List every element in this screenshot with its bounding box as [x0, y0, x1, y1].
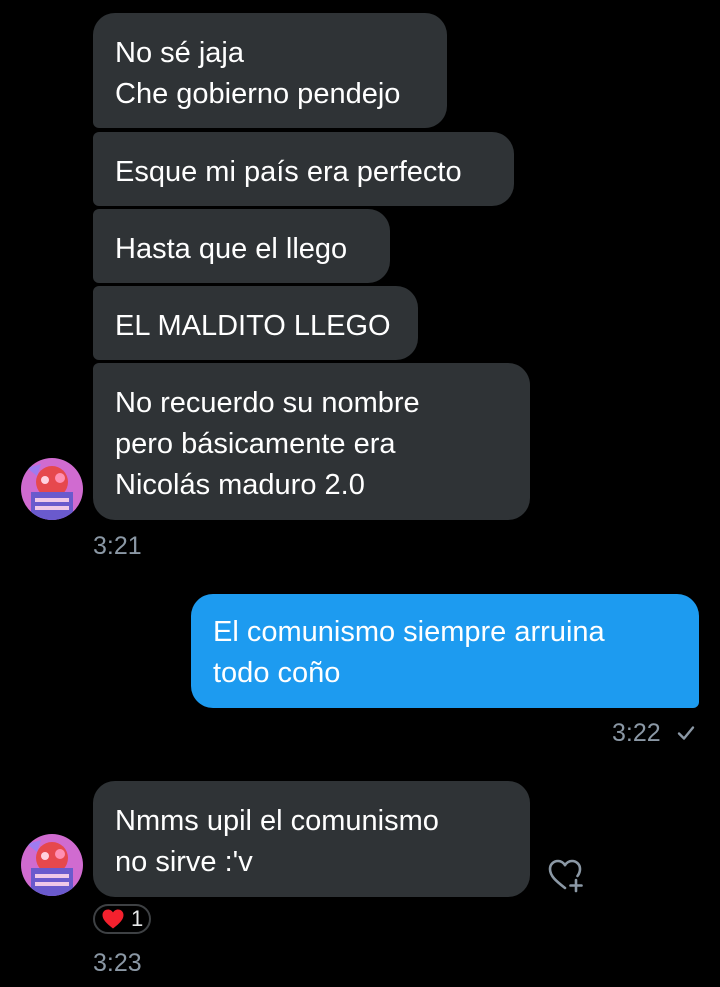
- avatar[interactable]: [21, 834, 83, 896]
- message-bubble[interactable]: No recuerdo su nombre pero básicamente e…: [93, 363, 530, 520]
- message-bubble-outgoing[interactable]: El comunismo siempre arruina todo coño: [191, 594, 699, 708]
- reaction-count: 1: [131, 906, 144, 931]
- timestamp: 3:22: [612, 719, 661, 747]
- add-reaction-icon[interactable]: [546, 856, 586, 894]
- avatar[interactable]: [21, 458, 83, 520]
- message-bubble[interactable]: Nmms upil el comunismo no sirve :'v: [93, 781, 530, 897]
- message-bubble[interactable]: Hasta que el llego: [93, 209, 390, 283]
- message-bubble[interactable]: No sé jaja Che gobierno pendejo: [93, 13, 447, 128]
- heart-icon: [102, 909, 124, 929]
- timestamp: 3:21: [93, 532, 142, 560]
- reaction-badge[interactable]: 1: [93, 904, 152, 934]
- avatar-image: [21, 834, 83, 896]
- sent-check-icon: [677, 726, 695, 740]
- message-bubble[interactable]: EL MALDITO LLEGO: [93, 286, 418, 360]
- avatar-image: [21, 458, 83, 520]
- timestamp: 3:23: [93, 949, 142, 977]
- message-bubble[interactable]: Esque mi país era perfecto: [93, 132, 514, 206]
